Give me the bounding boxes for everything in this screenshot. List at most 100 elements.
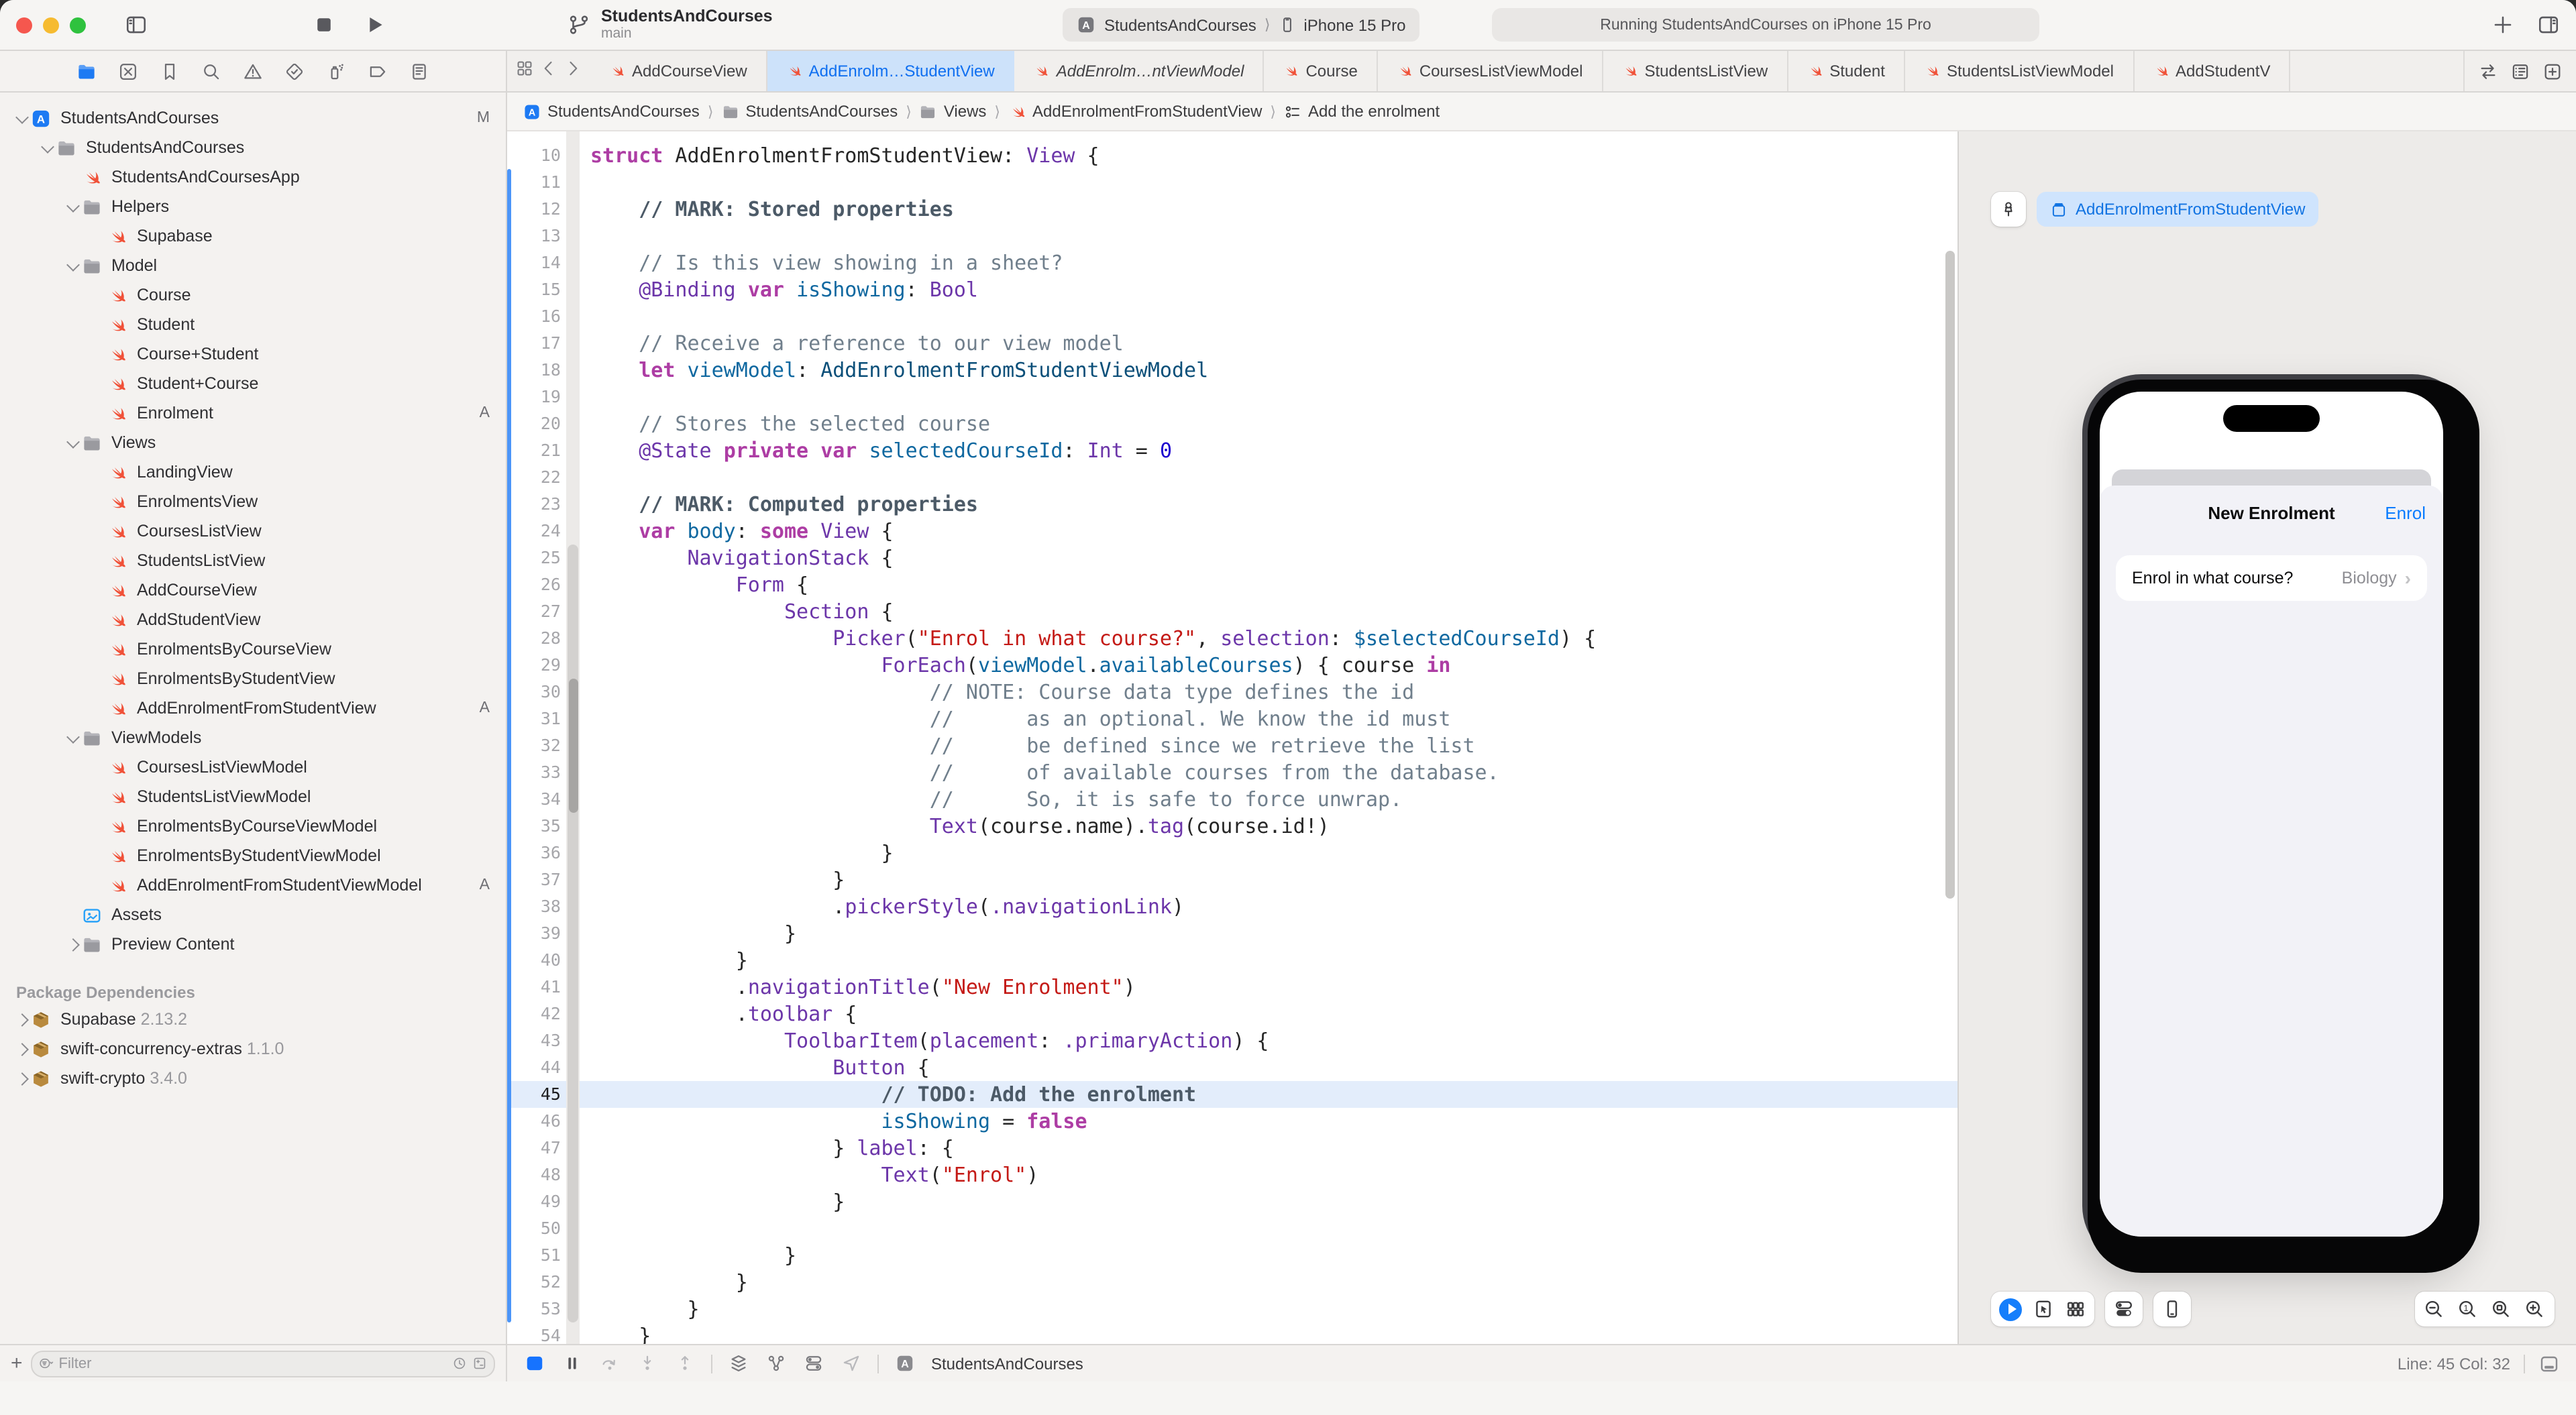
- close-window-button[interactable]: [16, 17, 32, 33]
- zoom-actual-button[interactable]: 1: [2457, 1298, 2479, 1320]
- tree-item-course-student[interactable]: Course+Student: [0, 339, 506, 369]
- tab-studentslistview[interactable]: StudentsListView: [1603, 51, 1788, 91]
- debug-area-button[interactable]: [523, 1352, 546, 1375]
- disclosure-down-icon[interactable]: [64, 439, 82, 446]
- breadcrumb-item[interactable]: AddEnrolmentFromStudentView: [1008, 102, 1262, 121]
- tab-student[interactable]: Student: [1788, 51, 1905, 91]
- pause-button[interactable]: [561, 1352, 584, 1375]
- tab-studentslistviewmodel[interactable]: StudentsListViewModel: [1905, 51, 2134, 91]
- package-item-swift-concurrency-extras[interactable]: swift-concurrency-extras 1.1.0: [0, 1034, 506, 1064]
- sidebar-tab-source-control-navigator[interactable]: [116, 59, 140, 83]
- tree-item-landingview[interactable]: LandingView: [0, 457, 506, 487]
- enrol-button[interactable]: Enrol: [2385, 503, 2426, 523]
- disclosure-right-icon[interactable]: [13, 1044, 31, 1054]
- toggle-left-sidebar-icon[interactable]: [121, 10, 150, 40]
- stop-button[interactable]: [309, 10, 338, 40]
- tree-item-studentsandcoursesapp[interactable]: StudentsAndCoursesApp: [0, 162, 506, 192]
- step-out-button[interactable]: [674, 1352, 696, 1375]
- tree-item-studentsandcourses[interactable]: StudentsAndCourses: [0, 133, 506, 162]
- live-preview-play-button[interactable]: [1999, 1298, 2022, 1320]
- package-item-supabase[interactable]: Supabase 2.13.2: [0, 1005, 506, 1034]
- disclosure-down-icon[interactable]: [64, 262, 82, 269]
- breadcrumb-item[interactable]: StudentsAndCourses: [721, 102, 898, 121]
- tree-item-preview-content[interactable]: Preview Content: [0, 929, 506, 959]
- sidebar-tab-project-navigator[interactable]: [74, 59, 99, 83]
- sidebar-tab-reports-navigator[interactable]: [407, 59, 431, 83]
- tab-courseslistviewmodel[interactable]: CoursesListViewModel: [1378, 51, 1603, 91]
- tree-item-addcourseview[interactable]: AddCourseView: [0, 575, 506, 605]
- tab-addcourseview[interactable]: AddCourseView: [590, 51, 767, 91]
- tree-item-student[interactable]: Student: [0, 310, 506, 339]
- package-item-swift-crypto[interactable]: swift-crypto 3.4.0: [0, 1064, 506, 1093]
- sidebar-tab-issues-navigator[interactable]: [241, 59, 265, 83]
- course-picker-row[interactable]: Enrol in what course? Biology ›: [2116, 555, 2427, 601]
- swap-editor-icon[interactable]: [2478, 61, 2498, 81]
- recents-clock-icon[interactable]: [452, 1356, 467, 1371]
- pin-preview-button[interactable]: [1991, 192, 2026, 227]
- filter-field[interactable]: Filter: [31, 1350, 495, 1377]
- app-badge-button[interactable]: A: [894, 1352, 916, 1375]
- tab-addenrolm-studentview[interactable]: AddEnrolm…StudentView: [767, 51, 1015, 91]
- tree-item-enrolmentsbystudentview[interactable]: EnrolmentsByStudentView: [0, 664, 506, 693]
- disclosure-right-icon[interactable]: [64, 940, 82, 949]
- run-button[interactable]: [360, 10, 389, 40]
- add-editor-icon[interactable]: [2542, 61, 2563, 81]
- sidebar-tab-find-navigator[interactable]: [199, 59, 223, 83]
- preview-select-button[interactable]: [2033, 1298, 2054, 1320]
- tree-item-views[interactable]: Views: [0, 428, 506, 457]
- breadcrumb-item[interactable]: Views: [920, 102, 987, 121]
- zoom-fit-button[interactable]: [2490, 1298, 2513, 1320]
- back-icon[interactable]: [539, 58, 558, 84]
- tree-item-enrolmentsview[interactable]: EnrolmentsView: [0, 487, 506, 516]
- forward-icon[interactable]: [564, 58, 582, 84]
- sidebar-tab-debug-navigator[interactable]: [324, 59, 348, 83]
- disclosure-down-icon[interactable]: [64, 203, 82, 210]
- zoom-window-button[interactable]: [70, 17, 86, 33]
- preview-settings-button[interactable]: [2113, 1298, 2135, 1320]
- tree-item-studentslistviewmodel[interactable]: StudentsListViewModel: [0, 782, 506, 811]
- toggle-right-sidebar-icon[interactable]: [2533, 10, 2563, 40]
- disclosure-down-icon[interactable]: [39, 144, 56, 151]
- preview-target-chip[interactable]: AddEnrolmentFromStudentView: [2037, 192, 2318, 227]
- step-into-button[interactable]: [636, 1352, 659, 1375]
- tree-item-model[interactable]: Model: [0, 251, 506, 280]
- preview-device-button[interactable]: [2161, 1298, 2183, 1320]
- breadcrumb-item[interactable]: AStudentsAndCourses: [523, 102, 700, 121]
- related-items-icon[interactable]: [515, 58, 534, 84]
- tree-item-enrolmentsbycourseviewmodel[interactable]: EnrolmentsByCourseViewModel: [0, 811, 506, 841]
- simulate-location-button[interactable]: [840, 1352, 863, 1375]
- tree-item-courseslistviewmodel[interactable]: CoursesListViewModel: [0, 752, 506, 782]
- disclosure-down-icon[interactable]: [13, 115, 31, 121]
- minimize-window-button[interactable]: [43, 17, 59, 33]
- code-editor[interactable]: 10struct AddEnrolmentFromStudentView: Vi…: [507, 131, 1957, 1344]
- tree-item-courseslistview[interactable]: CoursesListView: [0, 516, 506, 546]
- breadcrumb-item[interactable]: Add the enrolment: [1284, 102, 1440, 121]
- sidebar-tab-tests-navigator[interactable]: [282, 59, 307, 83]
- tree-item-enrolmentsbystudentviewmodel[interactable]: EnrolmentsByStudentViewModel: [0, 841, 506, 870]
- disclosure-right-icon[interactable]: [13, 1074, 31, 1083]
- zoom-in-button[interactable]: [2524, 1298, 2546, 1320]
- memory-graph-button[interactable]: [765, 1352, 788, 1375]
- tree-item-enrolmentsbycourseview[interactable]: EnrolmentsByCourseView: [0, 634, 506, 664]
- tab-addstudentv[interactable]: AddStudentV: [2134, 51, 2290, 91]
- zoom-out-button[interactable]: [2423, 1298, 2446, 1320]
- tree-item-addstudentview[interactable]: AddStudentView: [0, 605, 506, 634]
- tree-item-course[interactable]: Course: [0, 280, 506, 310]
- tree-item-viewmodels[interactable]: ViewModels: [0, 723, 506, 752]
- preview-variants-button[interactable]: [2065, 1298, 2086, 1320]
- tab-course[interactable]: Course: [1264, 51, 1377, 91]
- disclosure-right-icon[interactable]: [13, 1015, 31, 1024]
- step-over-button[interactable]: [598, 1352, 621, 1375]
- tree-item-addenrolmentfromstudentviewmodel[interactable]: AddEnrolmentFromStudentViewModelA: [0, 870, 506, 900]
- tree-item-helpers[interactable]: Helpers: [0, 192, 506, 221]
- disclosure-down-icon[interactable]: [64, 734, 82, 741]
- tree-item-studentsandcourses[interactable]: AStudentsAndCoursesM: [0, 103, 506, 133]
- editor-list-icon[interactable]: [2510, 61, 2530, 81]
- scheme-selector[interactable]: A StudentsAndCourses ⟩ iPhone 15 Pro: [1063, 8, 1419, 42]
- sidebar-tab-breakpoints-navigator[interactable]: [366, 59, 390, 83]
- tree-item-enrolment[interactable]: EnrolmentA: [0, 398, 506, 428]
- tree-item-supabase[interactable]: Supabase: [0, 221, 506, 251]
- tree-item-studentslistview[interactable]: StudentsListView: [0, 546, 506, 575]
- environment-overrides-button[interactable]: [802, 1352, 825, 1375]
- sidebar-tab-bookmarks-navigator[interactable]: [158, 59, 182, 83]
